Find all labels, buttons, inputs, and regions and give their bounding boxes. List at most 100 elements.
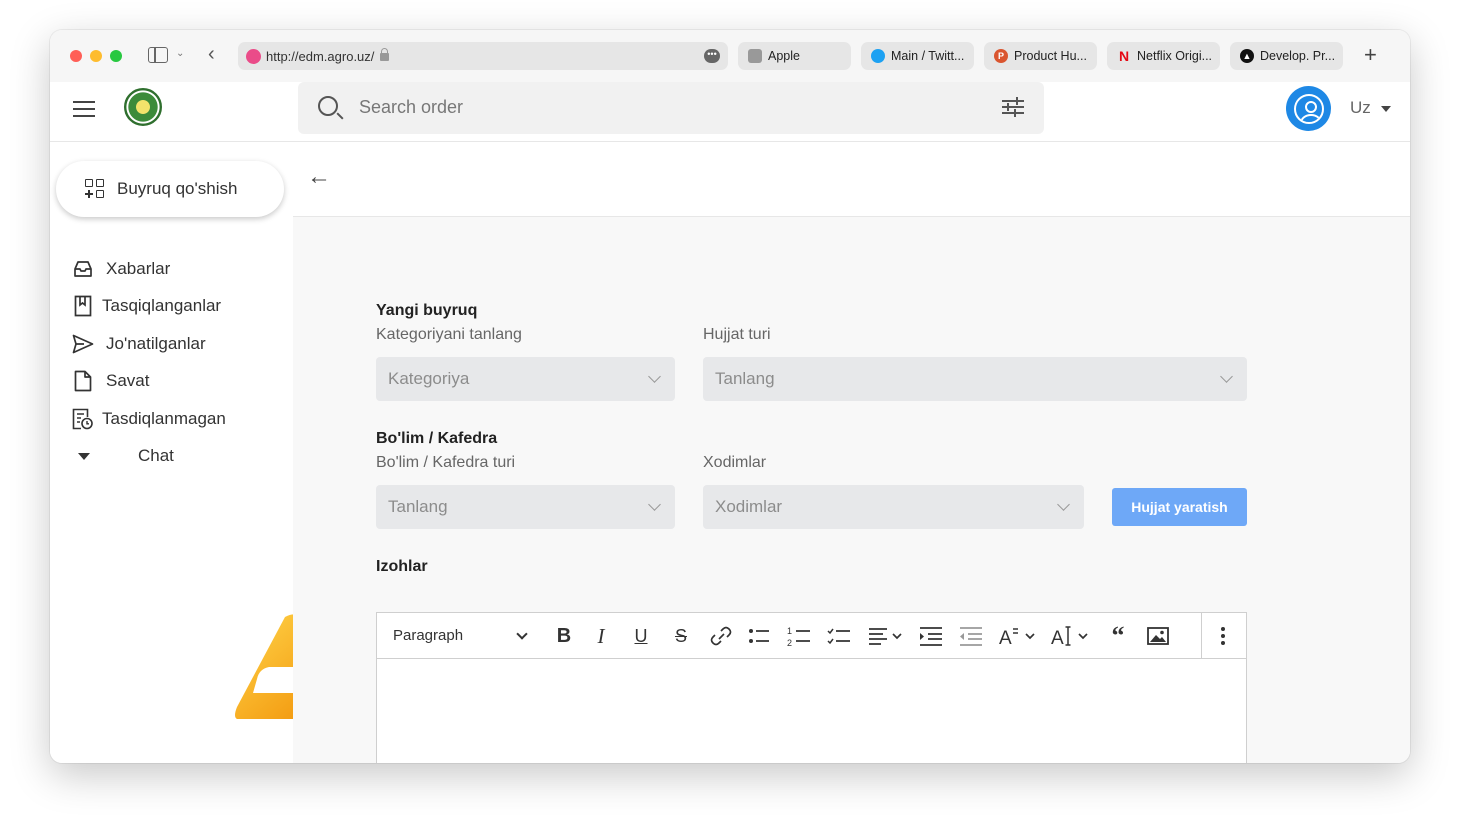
sidebar-item-label: Tasqiqlanganlar <box>102 296 222 316</box>
more-vertical-icon[interactable] <box>1215 623 1231 649</box>
department-select[interactable]: Tanlang <box>376 485 675 529</box>
file-icon <box>72 370 94 392</box>
chevron-down-icon[interactable]: ⌄ <box>176 48 184 59</box>
browser-window: ⌄ ‹ http://edm.agro.uz/ ••• Apple Main /… <box>50 30 1410 763</box>
sidebar-item-label: Savat <box>106 371 150 391</box>
sidebar-item-tasdiqlanmagan[interactable]: Tasdiqlanmagan <box>72 400 226 438</box>
image-icon[interactable] <box>1147 623 1169 649</box>
indent-icon[interactable] <box>919 623 943 649</box>
more-options-icon[interactable]: ••• <box>704 49 720 63</box>
tab-develop[interactable]: ▲ Develop. Pr... <box>1230 42 1343 70</box>
tab-twitter[interactable]: Main / Twitt... <box>861 42 974 70</box>
paragraph-style-select[interactable]: Paragraph <box>393 627 463 644</box>
browser-toolbar: ⌄ ‹ http://edm.agro.uz/ ••• Apple Main /… <box>50 30 1410 82</box>
staff-label: Xodimlar <box>703 454 767 471</box>
department-select-value: Tanlang <box>388 497 448 516</box>
maximize-window-button[interactable] <box>110 50 122 62</box>
tab-netflix[interactable]: N Netflix Origi... <box>1107 42 1220 70</box>
staff-select[interactable]: Xodimlar <box>703 485 1084 529</box>
user-icon <box>1293 93 1324 124</box>
tab-product-hunt[interactable]: P Product Hu... <box>984 42 1097 70</box>
search-bar[interactable]: Search order <box>298 82 1044 134</box>
minimize-window-button[interactable] <box>90 50 102 62</box>
caret-down-icon[interactable] <box>78 452 90 460</box>
sidebar-item-savat[interactable]: Savat <box>72 363 226 401</box>
lock-icon <box>380 48 390 61</box>
toolbar-divider <box>1201 613 1202 659</box>
sidebar-item-label: Jo'natilganlar <box>106 333 206 353</box>
doc-type-select[interactable]: Tanlang <box>703 357 1247 401</box>
tab-apple[interactable]: Apple <box>738 42 851 70</box>
twitter-icon <box>871 49 885 63</box>
sidebar-item-chat[interactable]: Chat <box>72 438 226 476</box>
filter-sliders-icon[interactable] <box>1002 97 1024 117</box>
language-selector[interactable]: Uz <box>1350 98 1371 118</box>
category-label: Kategoriyani tanlang <box>376 326 522 343</box>
back-arrow-icon[interactable]: ← <box>307 165 331 189</box>
add-grid-icon <box>85 179 105 199</box>
sidebar-item-xabarlar[interactable]: Xabarlar <box>72 250 226 288</box>
alignment-icon[interactable] <box>868 623 906 649</box>
block-quote-icon[interactable]: “ <box>1107 621 1129 650</box>
link-icon[interactable] <box>710 623 732 649</box>
chevron-down-icon <box>648 498 661 511</box>
add-order-label: Buyruq qo'shish <box>117 179 238 198</box>
create-document-button[interactable]: Hujjat yaratish <box>1112 488 1247 526</box>
section-title-notes: Izohlar <box>376 558 428 575</box>
todo-list-icon[interactable] <box>827 623 851 649</box>
sidebar-toggle-icon[interactable] <box>148 47 168 63</box>
strikethrough-icon[interactable]: S <box>671 623 691 649</box>
svg-text:1: 1 <box>787 626 792 636</box>
department-label: Bo'lim / Kafedra turi <box>376 454 516 471</box>
sidebar-item-jonatilganlar[interactable]: Jo'natilganlar <box>72 325 226 363</box>
netflix-icon: N <box>1118 48 1130 64</box>
site-favicon-icon <box>246 48 261 64</box>
app-header: Search order Uz <box>50 82 1410 142</box>
svg-text:A: A <box>1051 628 1064 649</box>
pending-doc-icon <box>72 408 94 430</box>
url-text: http://edm.agro.uz/ <box>266 48 375 64</box>
chevron-down-icon[interactable] <box>516 628 528 640</box>
send-icon <box>72 333 94 355</box>
numbered-list-icon[interactable]: 12 <box>787 623 811 649</box>
menu-icon[interactable] <box>73 101 95 117</box>
caret-down-icon[interactable] <box>1381 106 1391 112</box>
tab-label: Apple <box>768 49 800 63</box>
italic-icon[interactable]: I <box>591 623 611 649</box>
screenshot-stage: ⌄ ‹ http://edm.agro.uz/ ••• Apple Main /… <box>0 0 1460 833</box>
browser-back-icon[interactable]: ‹ <box>208 43 215 66</box>
doc-type-label: Hujjat turi <box>703 326 771 343</box>
staff-select-value: Xodimlar <box>715 497 783 516</box>
window-controls <box>70 50 122 62</box>
bulleted-list-icon[interactable] <box>748 623 770 649</box>
font-size-icon[interactable]: A <box>999 623 1039 649</box>
outdent-icon[interactable] <box>959 623 983 649</box>
address-bar[interactable]: http://edm.agro.uz/ ••• <box>238 42 728 70</box>
inbox-icon <box>72 258 94 280</box>
user-avatar[interactable] <box>1286 86 1331 131</box>
category-select[interactable]: Kategoriya <box>376 357 675 401</box>
section-title-new-order: Yangi buyruq <box>376 302 478 319</box>
chevron-down-icon <box>1057 498 1070 511</box>
university-logo[interactable] <box>124 88 162 126</box>
svg-text:2: 2 <box>787 638 792 648</box>
sidebar-item-label: Xabarlar <box>106 258 171 278</box>
new-tab-button[interactable]: + <box>1364 42 1377 68</box>
underline-icon[interactable]: U <box>631 623 651 649</box>
search-input[interactable]: Search order <box>359 97 463 118</box>
tab-label: Product Hu... <box>1014 49 1087 63</box>
font-family-icon[interactable]: A <box>1051 623 1093 649</box>
apple-icon <box>748 49 762 63</box>
product-hunt-icon: P <box>994 49 1008 63</box>
sidebar-item-label: Chat <box>138 446 174 466</box>
bookmark-icon <box>72 295 94 317</box>
main-content: ← Yangi buyruq Kategoriyani tanlang Hujj… <box>293 142 1410 763</box>
tab-label: Develop. Pr... <box>1260 49 1336 63</box>
close-window-button[interactable] <box>70 50 82 62</box>
notes-editor-area[interactable] <box>377 660 1246 763</box>
sidebar-item-tasqiqlanganlar[interactable]: Tasqiqlanganlar <box>72 288 226 326</box>
doc-type-select-value: Tanlang <box>715 369 775 388</box>
add-order-button[interactable]: Buyruq qo'shish <box>56 161 284 217</box>
sidebar-nav: Xabarlar Tasqiqlanganlar Jo'natilganlar <box>72 250 226 475</box>
bold-icon[interactable]: B <box>553 623 575 649</box>
